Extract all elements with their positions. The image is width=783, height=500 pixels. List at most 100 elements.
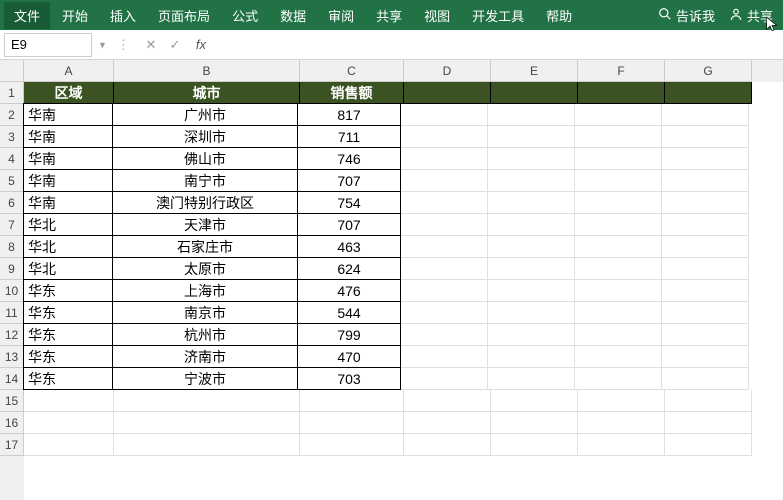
cell-F5[interactable] (575, 170, 662, 192)
cell-B6[interactable]: 澳门特别行政区 (112, 191, 298, 214)
cell-B13[interactable]: 济南市 (112, 345, 298, 368)
share-button[interactable]: 共享 (723, 2, 779, 29)
cell-G7[interactable] (662, 214, 749, 236)
cell-C16[interactable] (300, 412, 404, 434)
cell-G9[interactable] (662, 258, 749, 280)
cell-E3[interactable] (488, 126, 575, 148)
cell-F10[interactable] (575, 280, 662, 302)
row-header-13[interactable]: 13 (0, 346, 24, 368)
cell-F12[interactable] (575, 324, 662, 346)
cell-E11[interactable] (488, 302, 575, 324)
ribbon-tab-1[interactable]: 插入 (100, 2, 146, 29)
col-header-B[interactable]: B (114, 60, 300, 82)
ribbon-tab-7[interactable]: 视图 (414, 2, 460, 29)
ribbon-tab-5[interactable]: 审阅 (318, 2, 364, 29)
col-header-D[interactable]: D (404, 60, 491, 82)
cell-A4[interactable]: 华南 (23, 147, 113, 170)
cell-A14[interactable]: 华东 (23, 367, 113, 390)
cell-G11[interactable] (662, 302, 749, 324)
cell-D4[interactable] (401, 148, 488, 170)
row-header-10[interactable]: 10 (0, 280, 24, 302)
cancel-button[interactable]: ✕ (142, 37, 160, 53)
col-header-E[interactable]: E (491, 60, 578, 82)
cell-D15[interactable] (404, 390, 491, 412)
ribbon-tab-4[interactable]: 数据 (270, 2, 316, 29)
row-header-9[interactable]: 9 (0, 258, 24, 280)
cell-C15[interactable] (300, 390, 404, 412)
cell-E5[interactable] (488, 170, 575, 192)
cell-F6[interactable] (575, 192, 662, 214)
cell-A16[interactable] (24, 412, 114, 434)
cell-D1[interactable] (404, 82, 491, 104)
cell-B15[interactable] (114, 390, 300, 412)
ribbon-tab-8[interactable]: 开发工具 (462, 2, 534, 29)
cell-G3[interactable] (662, 126, 749, 148)
cell-B3[interactable]: 深圳市 (112, 125, 298, 148)
cell-C14[interactable]: 703 (297, 367, 401, 390)
cell-D2[interactable] (401, 104, 488, 126)
cell-D17[interactable] (404, 434, 491, 456)
row-header-14[interactable]: 14 (0, 368, 24, 390)
cell-F9[interactable] (575, 258, 662, 280)
row-header-7[interactable]: 7 (0, 214, 24, 236)
cell-C12[interactable]: 799 (297, 323, 401, 346)
cell-E16[interactable] (491, 412, 578, 434)
cell-E17[interactable] (491, 434, 578, 456)
cell-F15[interactable] (578, 390, 665, 412)
cell-B11[interactable]: 南京市 (112, 301, 298, 324)
tell-me-button[interactable]: 告诉我 (652, 2, 721, 29)
cell-E10[interactable] (488, 280, 575, 302)
cell-B2[interactable]: 广州市 (112, 103, 298, 126)
cell-G2[interactable] (662, 104, 749, 126)
cell-B8[interactable]: 石家庄市 (112, 235, 298, 258)
cell-B9[interactable]: 太原市 (112, 257, 298, 280)
cell-E6[interactable] (488, 192, 575, 214)
cell-D8[interactable] (401, 236, 488, 258)
cell-C8[interactable]: 463 (297, 235, 401, 258)
cell-C11[interactable]: 544 (297, 301, 401, 324)
cell-E1[interactable] (491, 82, 578, 104)
cell-G6[interactable] (662, 192, 749, 214)
cell-C17[interactable] (300, 434, 404, 456)
cell-E14[interactable] (488, 368, 575, 390)
ribbon-tab-file[interactable]: 文件 (4, 2, 50, 29)
cell-E12[interactable] (488, 324, 575, 346)
cell-F14[interactable] (575, 368, 662, 390)
formula-input[interactable] (218, 33, 779, 57)
cell-A9[interactable]: 华北 (23, 257, 113, 280)
cell-E2[interactable] (488, 104, 575, 126)
ribbon-tab-2[interactable]: 页面布局 (148, 2, 220, 29)
cell-C1[interactable]: 销售额 (300, 82, 404, 104)
cell-D7[interactable] (401, 214, 488, 236)
cell-E13[interactable] (488, 346, 575, 368)
row-header-3[interactable]: 3 (0, 126, 24, 148)
confirm-button[interactable]: ✓ (166, 37, 184, 53)
cell-B1[interactable]: 城市 (114, 82, 300, 104)
ribbon-tab-0[interactable]: 开始 (52, 2, 98, 29)
cell-D5[interactable] (401, 170, 488, 192)
row-header-11[interactable]: 11 (0, 302, 24, 324)
cell-F7[interactable] (575, 214, 662, 236)
cell-B17[interactable] (114, 434, 300, 456)
cell-G5[interactable] (662, 170, 749, 192)
row-header-12[interactable]: 12 (0, 324, 24, 346)
cell-F16[interactable] (578, 412, 665, 434)
cell-C6[interactable]: 754 (297, 191, 401, 214)
cell-A2[interactable]: 华南 (23, 103, 113, 126)
cell-A5[interactable]: 华南 (23, 169, 113, 192)
cell-G15[interactable] (665, 390, 752, 412)
cell-F13[interactable] (575, 346, 662, 368)
cell-A10[interactable]: 华东 (23, 279, 113, 302)
row-header-2[interactable]: 2 (0, 104, 24, 126)
cell-A17[interactable] (24, 434, 114, 456)
cell-C4[interactable]: 746 (297, 147, 401, 170)
cell-G8[interactable] (662, 236, 749, 258)
cell-A6[interactable]: 华南 (23, 191, 113, 214)
row-header-1[interactable]: 1 (0, 82, 24, 104)
cell-A13[interactable]: 华东 (23, 345, 113, 368)
select-all-corner[interactable] (0, 60, 24, 82)
name-box[interactable] (4, 33, 92, 57)
cell-G12[interactable] (662, 324, 749, 346)
cell-C3[interactable]: 711 (297, 125, 401, 148)
cell-B16[interactable] (114, 412, 300, 434)
